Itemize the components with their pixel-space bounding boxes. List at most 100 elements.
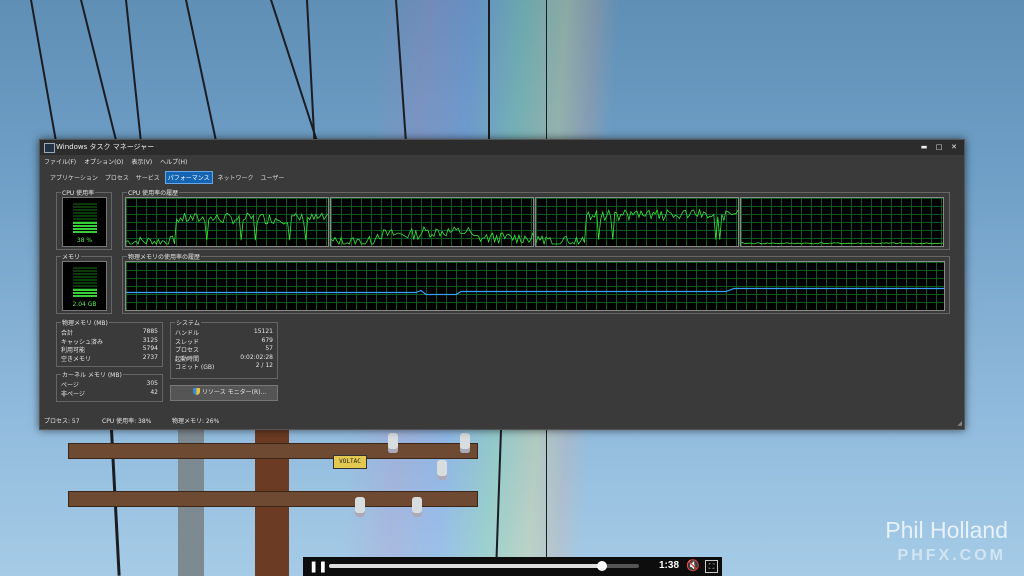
kv-row: スレッド 679 bbox=[175, 337, 273, 346]
cpu-usage-value: 38 % bbox=[76, 237, 93, 244]
kv-label: 起動時間 bbox=[175, 355, 200, 363]
cpu-history-group: CPU 使用率の履歴 bbox=[122, 188, 950, 250]
kv-row: 利用可能 5794 bbox=[61, 345, 158, 354]
system-label: システム bbox=[175, 318, 201, 327]
kv-value: 57 bbox=[265, 345, 273, 353]
memory-history-label: 物理メモリの使用率の履歴 bbox=[127, 252, 202, 261]
memory-history-graph bbox=[125, 261, 945, 311]
tab-services[interactable]: サービス bbox=[134, 172, 162, 183]
insulator bbox=[355, 497, 365, 517]
power-line bbox=[488, 0, 490, 150]
video-player-bar: ❚❚ 1:38 🔇 ⛶ bbox=[303, 557, 722, 576]
uac-shield-icon bbox=[193, 388, 200, 395]
task-manager-window: Windows タスク マネージャー ▬ □ ✕ ファイル(F) オプション(O… bbox=[39, 139, 965, 430]
menu-view[interactable]: 表示(V) bbox=[131, 159, 152, 166]
resource-monitor-button[interactable]: リソース モニター(R)... bbox=[170, 385, 278, 401]
task-manager-icon bbox=[44, 143, 55, 153]
kv-label: コミット (GB) bbox=[175, 364, 215, 372]
kv-row: ハンドル 15121 bbox=[175, 328, 273, 337]
power-line bbox=[546, 0, 547, 150]
kv-value: 42 bbox=[150, 388, 158, 396]
power-line bbox=[546, 430, 547, 576]
maximize-button[interactable]: □ bbox=[933, 141, 945, 153]
power-line bbox=[80, 0, 119, 146]
pause-icon[interactable]: ❚❚ bbox=[309, 560, 327, 573]
tab-users[interactable]: ユーザー bbox=[258, 172, 286, 183]
kv-value: 2737 bbox=[142, 353, 158, 361]
crossarm bbox=[68, 443, 478, 459]
cpu-usage-label: CPU 使用率 bbox=[61, 188, 96, 197]
cpu-history-line bbox=[331, 226, 533, 246]
kv-row: 起動時間 0:02:02:28 bbox=[175, 354, 273, 363]
seek-bar[interactable] bbox=[329, 561, 639, 571]
resize-grip-icon[interactable]: ◢ bbox=[957, 420, 962, 427]
kv-row: キャッシュ済み 3125 bbox=[61, 337, 158, 346]
tab-networking[interactable]: ネットワーク bbox=[216, 172, 256, 183]
cpu-usage-meter: 38 % bbox=[62, 197, 107, 247]
kv-row: 合計 7885 bbox=[61, 328, 158, 337]
volume-muted-icon[interactable]: 🔇 bbox=[686, 559, 700, 572]
memory-group: メモリ 2.04 GB bbox=[56, 252, 112, 314]
status-cpu: CPU 使用率: 38% bbox=[102, 418, 152, 425]
kv-label: プロセス bbox=[175, 347, 200, 355]
physical-memory-group: 物理メモリ (MB) 合計 7885 キャッシュ済み 3125 利用可能 5794 空… bbox=[56, 318, 163, 367]
kv-row: プロセス 57 bbox=[175, 345, 273, 354]
menu-bar: ファイル(F) オプション(O) 表示(V) ヘルプ(H) bbox=[44, 157, 193, 168]
kv-value: 0:02:02:28 bbox=[240, 353, 273, 361]
kv-label: スレッド bbox=[175, 338, 200, 346]
tab-performance[interactable]: パフォーマンス bbox=[164, 171, 213, 184]
tab-processes[interactable]: プロセス bbox=[103, 172, 131, 183]
cpu-history-line bbox=[741, 242, 943, 245]
kernel-memory-group: カーネル メモリ (MB) ページ 305 非ページ 42 bbox=[56, 370, 163, 402]
cpu-core-graph-3 bbox=[535, 197, 739, 247]
physical-memory-label: 物理メモリ (MB) bbox=[61, 318, 109, 327]
title-bar[interactable]: Windows タスク マネージャー ▬ □ ✕ bbox=[40, 140, 964, 155]
menu-help[interactable]: ヘルプ(H) bbox=[160, 159, 187, 166]
kv-row: ページ 305 bbox=[61, 380, 158, 389]
insulator bbox=[437, 460, 447, 480]
memory-history-group: 物理メモリの使用率の履歴 bbox=[122, 252, 950, 314]
kv-value: 7885 bbox=[142, 328, 158, 335]
memory-meter-fill bbox=[73, 289, 97, 297]
tab-applications[interactable]: アプリケーション bbox=[48, 172, 100, 183]
kv-value: 305 bbox=[146, 380, 158, 387]
watermark-site: PHFX.COM bbox=[897, 547, 1006, 564]
kv-row: コミット (GB) 2 / 12 bbox=[175, 362, 273, 371]
cpu-meter-fill bbox=[73, 221, 97, 233]
power-line bbox=[125, 0, 143, 150]
kv-row: 空きメモリ 2737 bbox=[61, 354, 158, 363]
cpu-history-line bbox=[536, 208, 738, 246]
fullscreen-icon[interactable]: ⛶ bbox=[705, 560, 718, 573]
resource-monitor-label: リソース モニター(R)... bbox=[202, 389, 267, 396]
close-button[interactable]: ✕ bbox=[948, 141, 960, 153]
physical-memory-list: 合計 7885 キャッシュ済み 3125 利用可能 5794 空きメモリ 2737 bbox=[61, 328, 158, 363]
insulator bbox=[388, 433, 398, 453]
voltac-label: VOLTAC bbox=[333, 455, 367, 469]
kv-label: 空きメモリ bbox=[61, 355, 92, 363]
kv-value: 5794 bbox=[142, 345, 158, 353]
insulator bbox=[460, 433, 470, 453]
memory-meter: 2.04 GB bbox=[62, 261, 107, 311]
watermark-name: Phil Holland bbox=[885, 517, 1008, 543]
window-title: Windows タスク マネージャー bbox=[56, 143, 155, 151]
menu-file[interactable]: ファイル(F) bbox=[44, 159, 76, 166]
seek-handle[interactable] bbox=[596, 561, 607, 571]
memory-value: 2.04 GB bbox=[72, 301, 97, 308]
cpu-history-line bbox=[126, 212, 328, 245]
minimize-button[interactable]: ▬ bbox=[918, 141, 930, 153]
kv-label: ページ bbox=[61, 382, 79, 389]
kv-value: 3125 bbox=[142, 336, 158, 344]
power-line bbox=[185, 0, 219, 147]
status-bar: プロセス: 57 CPU 使用率: 38% 物理メモリ: 26% bbox=[44, 416, 960, 426]
kv-label: 利用可能 bbox=[61, 347, 86, 355]
cpu-core-graph-2 bbox=[330, 197, 534, 247]
kv-row: 非ページ 42 bbox=[61, 389, 158, 398]
cpu-usage-group: CPU 使用率 38 % bbox=[56, 188, 112, 250]
kv-label: 非ページ bbox=[61, 390, 85, 398]
kv-value: 679 bbox=[261, 336, 273, 344]
insulator bbox=[412, 497, 422, 517]
status-processes: プロセス: 57 bbox=[44, 418, 80, 425]
kv-label: 合計 bbox=[61, 330, 74, 337]
menu-options[interactable]: オプション(O) bbox=[84, 159, 123, 166]
kv-value: 15121 bbox=[253, 328, 273, 335]
